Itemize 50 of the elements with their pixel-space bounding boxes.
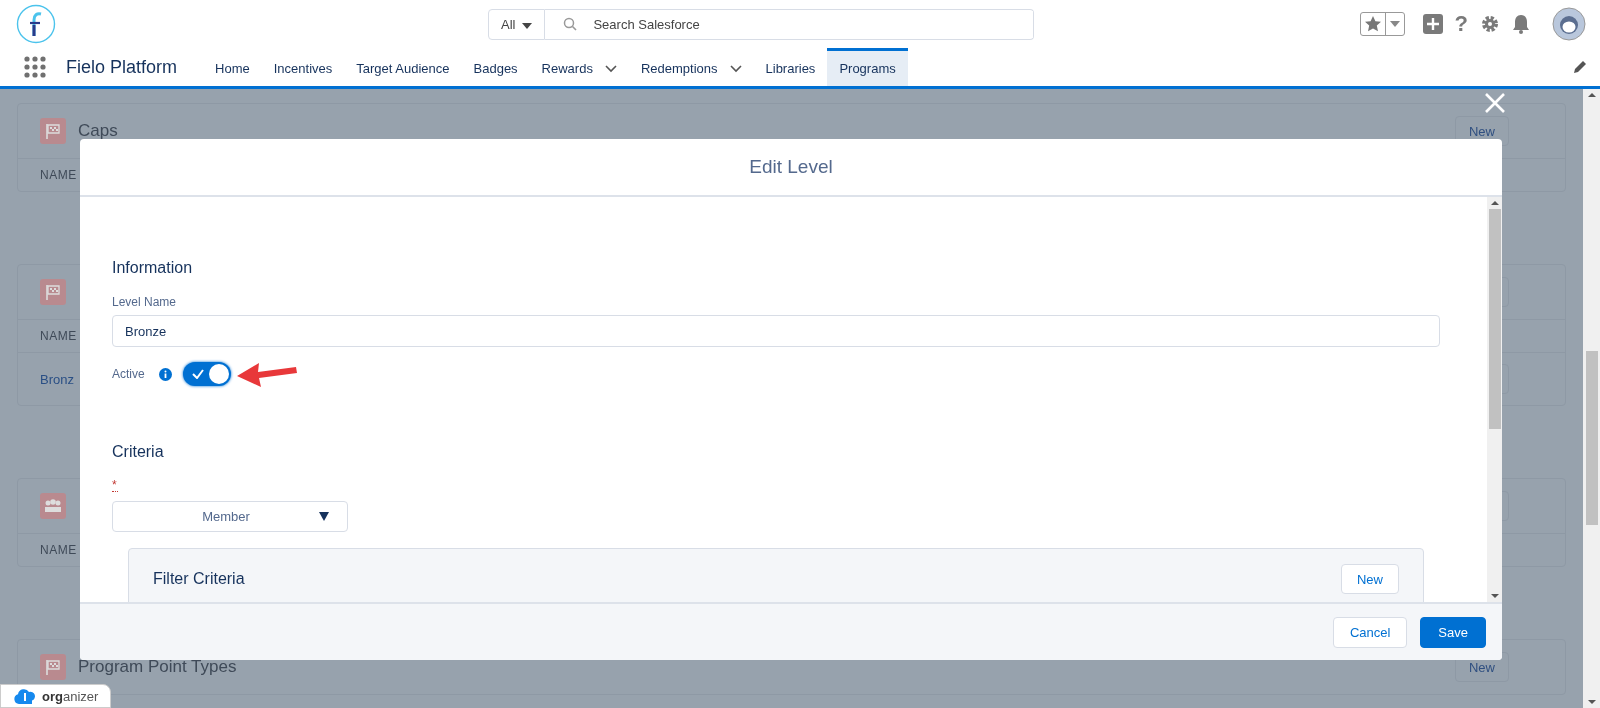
nav-tab[interactable]: Rewards — [529, 48, 629, 86]
toggle-label: Active — [112, 367, 145, 381]
search-field[interactable]: Search Salesforce — [545, 8, 1035, 40]
app-name: Fielo Platform — [66, 56, 178, 78]
search-icon — [563, 17, 578, 31]
help-icon[interactable]: ? — [1454, 13, 1468, 35]
search-scope-dropdown[interactable]: All — [488, 8, 546, 40]
card-title: Caps — [78, 121, 118, 141]
nav-tab[interactable]: Target Audience — [344, 48, 462, 86]
cancel-button[interactable]: Cancel — [1332, 616, 1408, 648]
new-button[interactable]: New — [1341, 564, 1399, 594]
arrow-annotation — [236, 361, 299, 387]
nav-tab[interactable]: Libraries — [753, 48, 828, 86]
field-label: Level Name — [112, 295, 178, 309]
flag-icon — [40, 118, 66, 144]
nav-tab[interactable]: Incentives — [261, 48, 345, 86]
flag-icon — [40, 279, 66, 305]
member-select[interactable]: Member — [112, 501, 348, 532]
bell-icon[interactable] — [1512, 14, 1530, 34]
card-title: Program Point Types — [78, 657, 237, 677]
favorites-button[interactable] — [1359, 12, 1405, 36]
caret-icon[interactable] — [319, 512, 329, 521]
flag-icon — [40, 654, 66, 680]
people-icon — [40, 493, 66, 519]
panel-title: Filter Criteria — [153, 570, 245, 588]
plus-icon[interactable] — [1422, 14, 1443, 34]
nav-tab[interactable]: Badges — [461, 48, 530, 86]
required-mark: * — [112, 479, 118, 492]
check-icon — [191, 369, 204, 379]
organizer-badge[interactable]: organizer — [0, 684, 112, 708]
close-icon[interactable] — [1484, 92, 1506, 114]
nav-tab[interactable]: Redemptions — [628, 48, 754, 86]
level-name-field[interactable]: Bronze — [112, 315, 1440, 347]
active-toggle[interactable] — [182, 362, 231, 386]
save-button[interactable]: Save — [1420, 616, 1486, 648]
modal-title: Edit Level — [749, 156, 833, 178]
chevron-icon[interactable] — [604, 64, 617, 73]
modal-scrollbar[interactable] — [1487, 197, 1502, 602]
info-icon[interactable] — [158, 367, 172, 381]
page-scrollbar[interactable] — [1583, 89, 1600, 708]
avatar-icon[interactable] — [1552, 7, 1586, 41]
logo-icon[interactable] — [16, 4, 56, 44]
search-input[interactable]: Search Salesforce — [593, 10, 1034, 38]
section-title: Information — [112, 259, 194, 277]
nav-tab[interactable]: Home — [203, 48, 262, 86]
nav-tab[interactable]: Programs — [827, 48, 908, 86]
cloud-icon — [13, 688, 37, 704]
chevron-icon[interactable] — [729, 64, 742, 73]
section-title: Criteria — [112, 443, 165, 461]
settings-icon[interactable] — [1480, 14, 1500, 34]
